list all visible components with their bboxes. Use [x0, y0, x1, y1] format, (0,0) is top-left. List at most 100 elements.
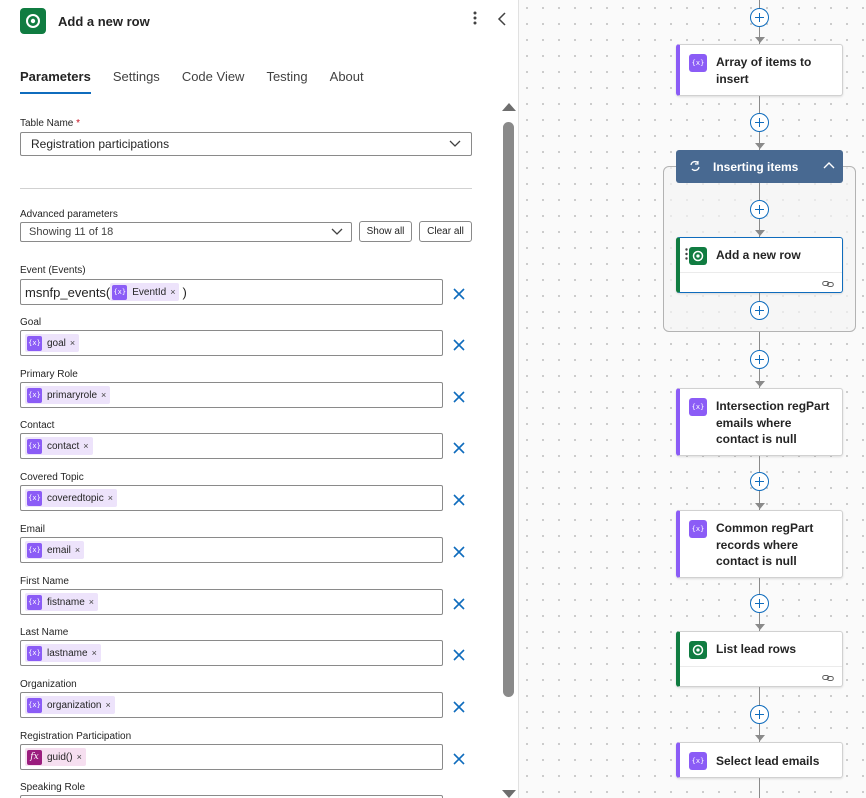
- scope-header-inserting-items[interactable]: Inserting items: [676, 150, 843, 183]
- flow-canvas[interactable]: {x} Array of items to insert Inserting i…: [519, 0, 866, 798]
- connector-arrow: [755, 143, 765, 149]
- scrollbar-thumb[interactable]: [503, 122, 514, 697]
- advanced-parameters-select[interactable]: Showing 11 of 18: [20, 222, 352, 242]
- show-all-button[interactable]: Show all: [359, 221, 412, 242]
- token-first-name[interactable]: {x} fistname ×: [25, 593, 99, 611]
- more-vertical-icon[interactable]: [472, 10, 478, 31]
- first-name-label: First Name: [20, 576, 69, 587]
- card-add-new-row[interactable]: Add a new row: [676, 237, 843, 293]
- close-icon[interactable]: [452, 441, 466, 455]
- plus-icon[interactable]: [750, 301, 769, 320]
- last-name-field[interactable]: {x} lastname ×: [20, 640, 443, 666]
- card-intersection-regpart[interactable]: {x} Intersection regPart emails where co…: [676, 388, 843, 456]
- tab-about[interactable]: About: [330, 69, 364, 94]
- registration-participation-field[interactable]: fx guid() ×: [20, 744, 443, 770]
- plus-icon[interactable]: [750, 705, 769, 724]
- card-array-items[interactable]: {x} Array of items to insert: [676, 44, 843, 96]
- panel-title: Add a new row: [58, 14, 150, 29]
- card-select-lead-emails[interactable]: {x} Select lead emails: [676, 742, 843, 778]
- close-icon[interactable]: [452, 493, 466, 507]
- close-icon[interactable]: [452, 597, 466, 611]
- chevron-down-icon: [331, 228, 343, 235]
- token-goal[interactable]: {x} goal ×: [25, 334, 80, 352]
- close-icon[interactable]: [452, 545, 466, 559]
- covered-topic-field[interactable]: {x} coveredtopic ×: [20, 485, 443, 511]
- token-contact[interactable]: {x} contact ×: [25, 437, 93, 455]
- token-remove-icon[interactable]: ×: [75, 545, 80, 555]
- plus-icon[interactable]: [750, 594, 769, 613]
- plus-icon[interactable]: [750, 350, 769, 369]
- chevron-up-icon[interactable]: [823, 161, 835, 169]
- tab-parameters[interactable]: Parameters: [20, 69, 91, 94]
- goal-field[interactable]: {x} goal ×: [20, 330, 443, 356]
- scroll-up-arrow[interactable]: [502, 103, 516, 111]
- email-field[interactable]: {x} email ×: [20, 537, 443, 563]
- token-remove-icon[interactable]: ×: [92, 648, 97, 658]
- fx-icon: fx: [27, 749, 42, 765]
- connector-arrow: [755, 624, 765, 630]
- close-icon[interactable]: [452, 752, 466, 766]
- close-icon[interactable]: [452, 287, 466, 301]
- plus-icon[interactable]: [750, 200, 769, 219]
- close-icon[interactable]: [452, 700, 466, 714]
- close-icon[interactable]: [452, 648, 466, 662]
- token-remove-icon[interactable]: ×: [77, 752, 82, 762]
- variable-icon: {x}: [689, 398, 707, 416]
- panel-tabs: Parameters Settings Code View Testing Ab…: [20, 69, 386, 94]
- token-remove-icon[interactable]: ×: [101, 390, 106, 400]
- token-eventid[interactable]: {x} EventId ×: [110, 283, 180, 301]
- card-list-lead-rows[interactable]: List lead rows: [676, 631, 843, 687]
- scope-title: Inserting items: [713, 160, 799, 174]
- close-icon[interactable]: [452, 390, 466, 404]
- close-icon[interactable]: [452, 338, 466, 352]
- token-organization[interactable]: {x} organization ×: [25, 696, 115, 714]
- variable-icon: {x}: [27, 542, 42, 558]
- first-name-field[interactable]: {x} fistname ×: [20, 589, 443, 615]
- loop-icon: [690, 160, 700, 172]
- plus-icon[interactable]: [750, 8, 769, 27]
- token-last-name[interactable]: {x} lastname ×: [25, 644, 101, 662]
- required-marker: *: [76, 118, 81, 129]
- advanced-parameters-value: Showing 11 of 18: [29, 226, 114, 238]
- dataverse-icon: [689, 641, 707, 659]
- tab-settings[interactable]: Settings: [113, 69, 160, 94]
- connector-arrow: [755, 503, 765, 509]
- drag-handle-icon[interactable]: [685, 248, 688, 260]
- token-text: goal: [47, 337, 66, 349]
- tab-code-view[interactable]: Code View: [182, 69, 245, 94]
- table-name-label: Table Name *: [20, 118, 81, 129]
- token-remove-icon[interactable]: ×: [108, 493, 113, 503]
- token-remove-icon[interactable]: ×: [170, 287, 175, 297]
- token-registration-participation[interactable]: fx guid() ×: [25, 748, 86, 766]
- table-name-value: Registration participations: [31, 137, 170, 151]
- event-field[interactable]: msnfp_events( {x} EventId × ): [20, 279, 443, 305]
- token-remove-icon[interactable]: ×: [89, 597, 94, 607]
- contact-label: Contact: [20, 420, 55, 431]
- clear-all-button[interactable]: Clear all: [419, 221, 472, 242]
- table-name-select[interactable]: Registration participations: [20, 132, 472, 156]
- card-common-regpart[interactable]: {x} Common regPart records where contact…: [676, 510, 843, 578]
- scroll-down-arrow[interactable]: [502, 790, 516, 798]
- token-text: lastname: [47, 647, 88, 659]
- token-remove-icon[interactable]: ×: [70, 338, 75, 348]
- plus-icon[interactable]: [750, 113, 769, 132]
- variable-icon: {x}: [689, 54, 707, 72]
- email-label: Email: [20, 524, 46, 535]
- card-footer: [680, 272, 842, 292]
- variable-icon: {x}: [112, 284, 128, 300]
- registration-participation-label: Registration Participation: [20, 731, 132, 742]
- primary-role-field[interactable]: {x} primaryrole ×: [20, 382, 443, 408]
- plus-icon[interactable]: [750, 472, 769, 491]
- token-covered-topic[interactable]: {x} coveredtopic ×: [25, 489, 117, 507]
- token-remove-icon[interactable]: ×: [83, 441, 88, 451]
- collapse-chevron-icon[interactable]: [497, 11, 507, 32]
- card-footer: [680, 666, 842, 686]
- tab-testing[interactable]: Testing: [266, 69, 307, 94]
- token-text: email: [47, 544, 71, 556]
- goal-label: Goal: [20, 317, 42, 328]
- token-remove-icon[interactable]: ×: [105, 700, 110, 710]
- token-email[interactable]: {x} email ×: [25, 541, 85, 559]
- organization-field[interactable]: {x} organization ×: [20, 692, 443, 718]
- token-primary-role[interactable]: {x} primaryrole ×: [25, 386, 111, 404]
- contact-field[interactable]: {x} contact ×: [20, 433, 443, 459]
